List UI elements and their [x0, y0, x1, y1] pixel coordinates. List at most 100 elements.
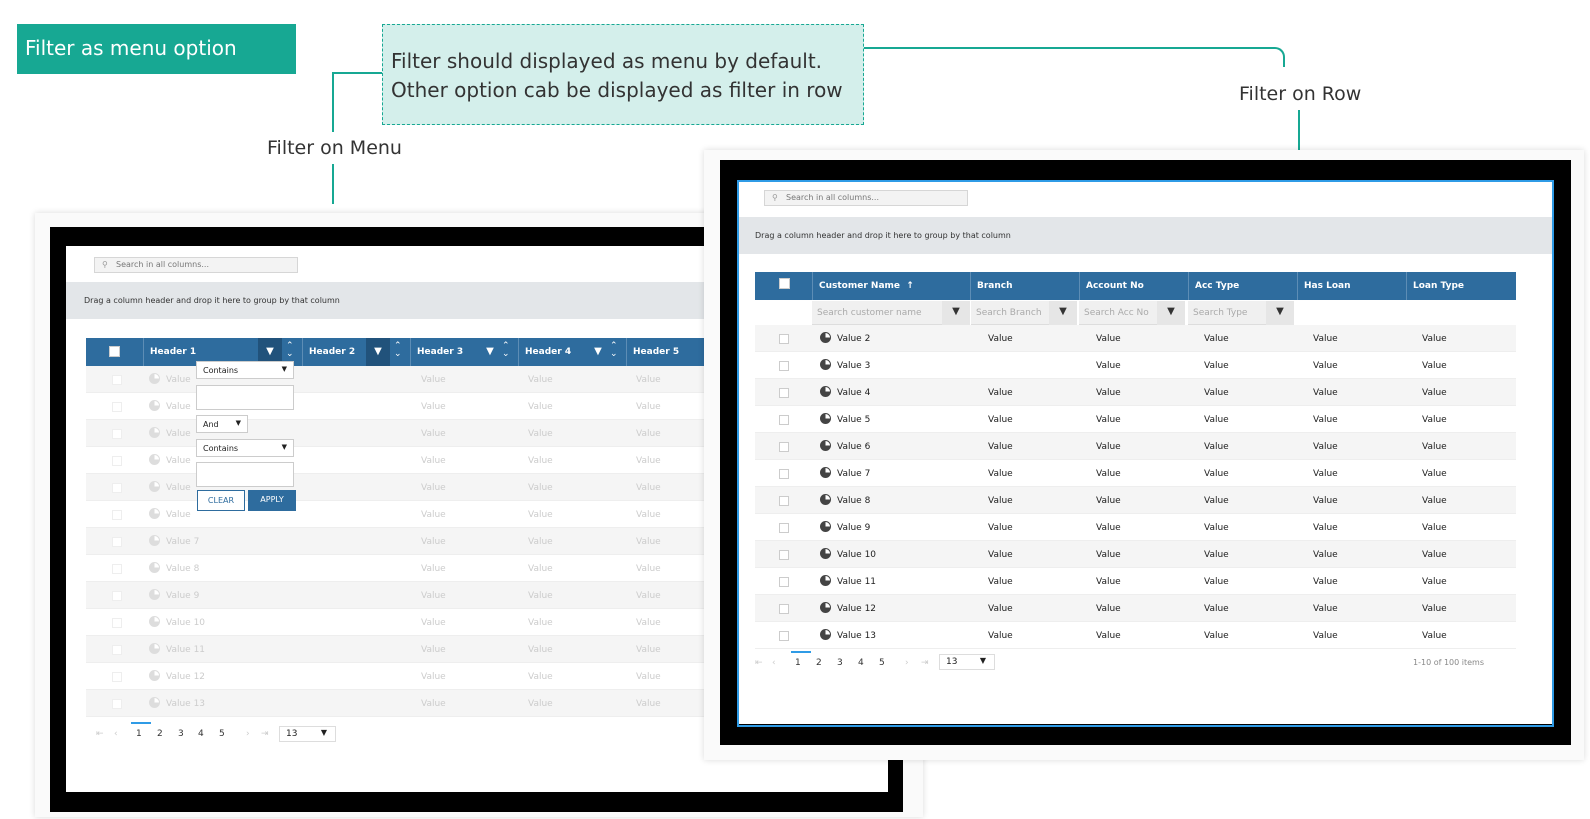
active-page-indicator [131, 722, 151, 724]
logic-label: And [203, 420, 219, 429]
row-checkbox[interactable] [112, 429, 122, 439]
connector-menu-h [332, 72, 382, 74]
cell-header-2: Value [421, 537, 446, 547]
first-page-icon[interactable]: ⇤ [96, 729, 104, 739]
cell-header-1: Value 7 [166, 537, 200, 547]
pie-icon [149, 508, 160, 519]
pie-icon [149, 670, 160, 681]
page-1[interactable]: 1 [136, 729, 142, 739]
page-size-label: 13 [286, 729, 298, 739]
cell-header-2: Value [421, 645, 446, 655]
header-label: Header 1 [150, 347, 197, 357]
cell-header-3: Value [528, 429, 553, 439]
sort-icon[interactable]: ⌃ ⌄ [502, 342, 510, 359]
select-all-checkbox[interactable] [109, 346, 120, 357]
row-checkbox[interactable] [112, 510, 122, 520]
cell-header-2: Value [421, 402, 446, 412]
pie-icon [149, 373, 160, 384]
cell-header-3: Value [528, 564, 553, 574]
header-label: Header 2 [309, 347, 356, 357]
cell-header-3: Value [528, 537, 553, 547]
cell-header-4: Value [636, 483, 661, 493]
chevron-down-icon: ▼ [281, 365, 287, 373]
cell-header-2: Value [421, 456, 446, 466]
filter-value-input[interactable] [196, 385, 294, 410]
apply-button[interactable]: APPLY [248, 490, 296, 511]
pie-icon [149, 562, 160, 573]
pie-icon [149, 643, 160, 654]
row-checkbox[interactable] [112, 456, 122, 466]
page-5[interactable]: 5 [219, 729, 225, 739]
cell-header-3: Value [528, 456, 553, 466]
cell-header-2: Value [421, 375, 446, 385]
filter-logic-select[interactable]: And ▼ [196, 415, 248, 433]
row-checkbox[interactable] [112, 591, 122, 601]
filter-operator-select-2[interactable]: Contains ▼ [196, 439, 294, 457]
sort-icon[interactable]: ⌃ ⌄ [394, 342, 402, 359]
last-page-icon[interactable]: ⇥ [261, 729, 269, 739]
filter-icon[interactable]: ▼ [366, 338, 390, 366]
cell-header-3: Value [528, 672, 553, 682]
row-checkbox[interactable] [112, 672, 122, 682]
operator-label: Contains [203, 444, 239, 453]
cell-header-4: Value [636, 672, 661, 682]
row-checkbox[interactable] [112, 645, 122, 655]
row-checkbox[interactable] [112, 483, 122, 493]
cell-header-2: Value [421, 591, 446, 601]
filter-operator-select[interactable]: Contains ▼ [196, 361, 294, 379]
sort-icon[interactable]: ⌃ ⌄ [610, 342, 618, 359]
page-size-select[interactable]: 13 ▼ [279, 726, 336, 742]
note-line-2: Other option cab be displayed as filter … [391, 78, 843, 102]
row-checkbox[interactable] [112, 564, 122, 574]
connector-menu-arrow [332, 164, 334, 204]
pie-icon [149, 697, 160, 708]
row-checkbox[interactable] [112, 402, 122, 412]
pie-icon [149, 400, 160, 411]
cell-header-4: Value [636, 537, 661, 547]
connector-menu-v [332, 72, 334, 132]
connector-row-h [864, 47, 1285, 67]
pie-icon [149, 535, 160, 546]
search-icon: ⚲ [102, 260, 108, 269]
cell-header-1: Value 11 [166, 645, 206, 655]
cell-header-1: Value [166, 429, 191, 439]
cell-header-1: Value 9 [166, 591, 200, 601]
row-checkbox[interactable] [112, 537, 122, 547]
callout-filter-menu: Filter on Menu [267, 137, 402, 159]
cell-header-4: Value [636, 618, 661, 628]
pie-icon [149, 427, 160, 438]
cell-header-1: Value [166, 402, 191, 412]
cell-header-4: Value [636, 402, 661, 412]
row-checkbox[interactable] [112, 699, 122, 709]
search-input[interactable]: ⚲ Search in all columns... [94, 257, 298, 273]
cell-header-4: Value [636, 510, 661, 520]
prev-page-icon[interactable]: ‹ [114, 729, 118, 739]
filter-icon[interactable]: ▼ [586, 338, 610, 366]
cell-header-1: Value 8 [166, 564, 200, 574]
cell-header-3: Value [528, 483, 553, 493]
cell-header-3: Value [528, 618, 553, 628]
page-3[interactable]: 3 [178, 729, 184, 739]
row-checkbox[interactable] [112, 618, 122, 628]
cell-header-2: Value [421, 618, 446, 628]
page-4[interactable]: 4 [198, 729, 204, 739]
pie-icon [149, 589, 160, 600]
page-2[interactable]: 2 [157, 729, 163, 739]
cell-header-1: Value 10 [166, 618, 206, 628]
next-page-icon[interactable]: › [246, 729, 250, 739]
filter-icon[interactable]: ▼ [478, 338, 502, 366]
cell-header-4: Value [636, 375, 661, 385]
cell-header-3: Value [528, 510, 553, 520]
cell-header-3: Value [528, 591, 553, 601]
filter-value-input-2[interactable] [196, 462, 294, 487]
clear-button[interactable]: CLEAR [197, 490, 245, 511]
cell-header-4: Value [636, 591, 661, 601]
chevron-down-icon: ▼ [281, 443, 287, 451]
search-placeholder: Search in all columns... [116, 260, 209, 269]
sort-icon[interactable]: ⌃ ⌄ [286, 342, 294, 359]
note-box: Filter should displayed as menu by defau… [382, 24, 864, 125]
cell-header-1: Value [166, 510, 191, 520]
cell-header-1: Value 12 [166, 672, 206, 682]
row-checkbox[interactable] [112, 375, 122, 385]
pie-icon [149, 454, 160, 465]
